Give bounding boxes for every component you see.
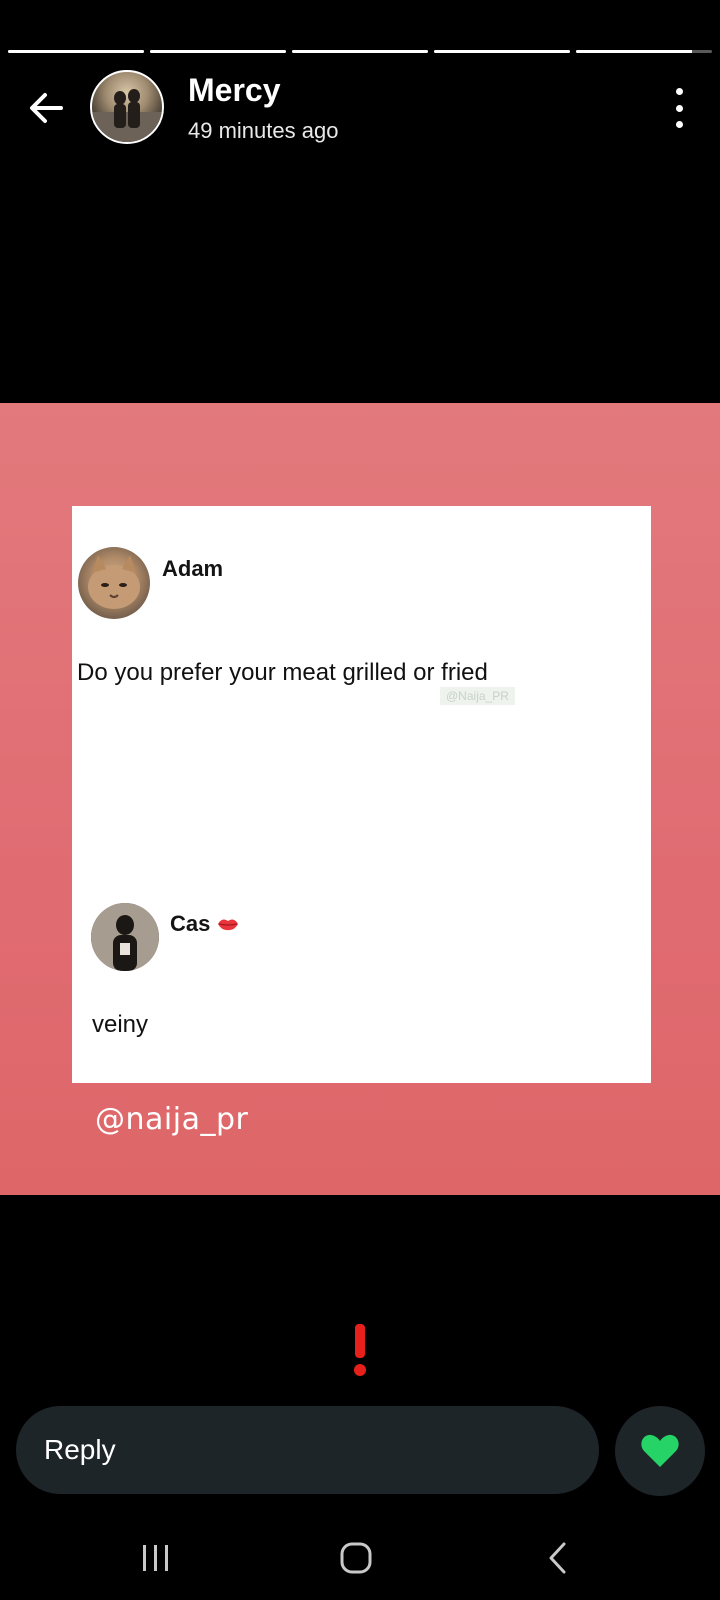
story-content[interactable]: Adam Do you prefer your meat grilled or … <box>0 403 720 1195</box>
more-options-button[interactable] <box>668 88 690 128</box>
reply-text: veiny <box>92 1011 149 1038</box>
recent-apps-button[interactable] <box>126 1535 186 1581</box>
system-back-button[interactable] <box>528 1535 588 1581</box>
cat-photo <box>88 555 140 609</box>
system-navigation-bar <box>0 1535 720 1581</box>
reply-author-name: Cas <box>170 911 240 937</box>
avatar[interactable] <box>90 70 164 144</box>
heart-icon <box>641 1434 679 1467</box>
more-vertical-icon <box>675 88 683 95</box>
progress-segment <box>150 50 286 53</box>
progress-segment <box>576 50 712 53</box>
like-button[interactable] <box>615 1406 705 1496</box>
reply-author-label: Cas <box>170 911 211 936</box>
reply-input[interactable]: Reply <box>16 1406 599 1494</box>
avatar-photo <box>92 89 162 142</box>
home-button[interactable] <box>326 1535 386 1581</box>
watermark: @Naija_PR <box>440 687 515 705</box>
exclamation-icon <box>354 1324 366 1376</box>
story-progress-bar <box>8 50 712 54</box>
progress-segment <box>292 50 428 53</box>
story-timestamp: 49 minutes ago <box>188 118 339 143</box>
post-author-name: Adam <box>162 556 224 581</box>
home-icon <box>340 1542 372 1574</box>
progress-segment <box>8 50 144 53</box>
kiss-lips-icon <box>218 919 239 931</box>
reply-author-avatar <box>91 903 159 971</box>
page-handle: @naija_pr <box>95 1102 249 1137</box>
story-header: Mercy 49 minutes ago <box>0 66 720 146</box>
person-photo <box>91 903 159 971</box>
chevron-left-icon <box>549 1542 566 1574</box>
progress-segment <box>434 50 570 53</box>
back-button[interactable] <box>24 86 68 130</box>
reply-placeholder: Reply <box>44 1434 116 1465</box>
post-screenshot-card: Adam Do you prefer your meat grilled or … <box>72 506 651 1083</box>
recent-apps-icon <box>143 1545 168 1571</box>
story-user-name[interactable]: Mercy <box>188 72 281 109</box>
post-question: Do you prefer your meat grilled or fried <box>77 659 488 686</box>
arrow-left-icon <box>30 93 63 123</box>
author-avatar <box>78 547 150 619</box>
